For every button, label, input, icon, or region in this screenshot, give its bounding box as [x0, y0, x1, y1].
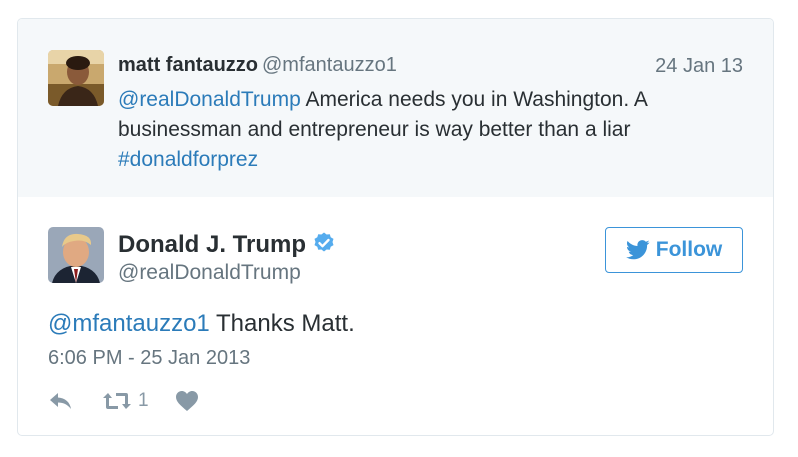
- tweet-text: @mfantauzzo1 Thanks Matt.: [48, 309, 355, 339]
- parent-tweet-header: matt fantauzzo @mfantauzzo1: [118, 53, 397, 77]
- tweet-author-name[interactable]: Donald J. Trump: [118, 231, 336, 262]
- tweet-author-avatar[interactable]: [48, 227, 104, 283]
- embedded-tweet-card: matt fantauzzo @mfantauzzo1 24 Jan 13 @re…: [17, 18, 774, 436]
- tweet-author-name-text: Donald J. Trump: [118, 231, 307, 258]
- heart-icon: [175, 391, 198, 411]
- parent-tweet: matt fantauzzo @mfantauzzo1 24 Jan 13 @re…: [18, 19, 773, 197]
- tweet-body: Thanks Matt.: [209, 310, 355, 337]
- user-photo-avatar-icon: [48, 227, 104, 283]
- follow-button[interactable]: Follow: [605, 227, 743, 273]
- follow-button-label: Follow: [655, 238, 723, 261]
- like-button[interactable]: [175, 390, 199, 412]
- parent-author-name[interactable]: matt fantauzzo: [118, 54, 258, 76]
- parent-author-handle[interactable]: @mfantauzzo1: [262, 54, 397, 76]
- parent-tweet-text: @realDonaldTrump America needs you in Wa…: [118, 85, 718, 175]
- tweet-author-handle[interactable]: @realDonaldTrump: [118, 260, 301, 286]
- parent-tweet-date[interactable]: 24 Jan 13: [655, 55, 743, 78]
- reply-button[interactable]: [48, 390, 76, 412]
- twitter-bird-icon: [625, 240, 650, 260]
- tweet-actions: 1: [48, 389, 199, 413]
- tweet-mention-link[interactable]: @mfantauzzo1: [48, 310, 210, 337]
- parent-author-avatar[interactable]: [48, 50, 104, 106]
- parent-hashtag-link[interactable]: #donaldforprez: [118, 148, 258, 171]
- reply-icon: [50, 393, 71, 409]
- parent-mention-link[interactable]: @realDonaldTrump: [118, 88, 301, 111]
- user-photo-avatar-icon: [48, 50, 104, 106]
- retweet-icon: [103, 393, 131, 409]
- retweet-button[interactable]: 1: [102, 390, 149, 412]
- tweet-timestamp[interactable]: 6:06 PM - 25 Jan 2013: [48, 345, 250, 371]
- retweet-count: 1: [138, 390, 149, 411]
- verified-badge-icon: [312, 231, 336, 262]
